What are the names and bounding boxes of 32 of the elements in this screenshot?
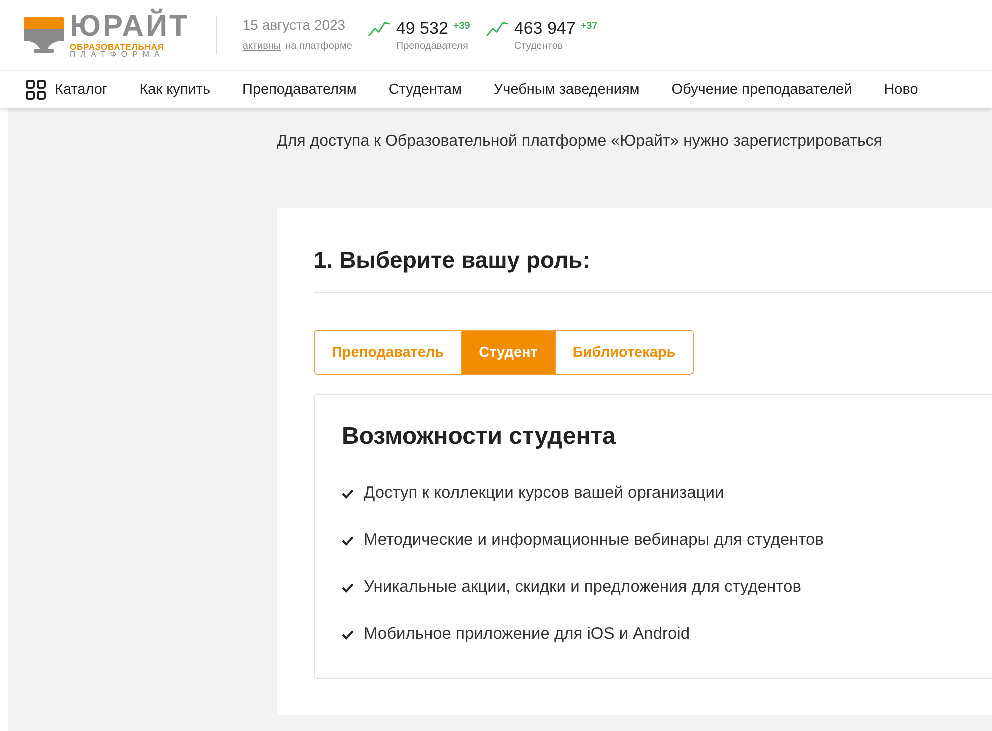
nav-link[interactable]: Как купить: [140, 82, 211, 98]
active-link[interactable]: активны: [242, 40, 282, 52]
nav-link[interactable]: Студентам: [388, 82, 462, 98]
check-icon: [342, 488, 354, 498]
feature-text: Уникальные акции, скидки и предложения для студентов: [364, 578, 802, 597]
logo-icon: [22, 15, 66, 55]
feature-text: Методические и информационные вебинары для студентов: [364, 531, 824, 550]
nav-link[interactable]: Каталог: [26, 80, 108, 100]
check-icon: [342, 536, 354, 546]
nav-link[interactable]: Преподавателям: [242, 82, 357, 98]
feature-text: Мобильное приложение для iOS и Android: [364, 625, 690, 644]
logo-name: ЮРАЙТ: [70, 10, 190, 43]
stat-delta: +37: [580, 20, 598, 32]
logo-subtitle: ПЛАТФОРМА: [70, 51, 166, 60]
nav-link[interactable]: Ново: [884, 82, 918, 98]
stat-delta: +39: [453, 20, 470, 32]
active-caption: на платформе: [286, 40, 352, 52]
feature-text: Доступ к коллекции курсов вашей организации: [364, 484, 724, 503]
check-icon: [342, 630, 354, 640]
stat-label: Преподавателя: [396, 40, 470, 52]
nav-link[interactable]: Учебным заведениям: [494, 82, 640, 98]
logo-subtitle: ОБРАЗОВАТЕЛЬНАЯ: [70, 42, 166, 52]
date-text: 15 августа 2023: [242, 16, 347, 32]
stat-label: Студентов: [514, 40, 564, 52]
grid-icon: [26, 80, 46, 100]
nav-link[interactable]: Обучение преподавателей: [672, 82, 852, 98]
step-title: 1. Выберите вашу роль:: [314, 246, 992, 293]
features-title: Возможности студента: [342, 423, 617, 451]
stat-value: 49 532: [396, 18, 448, 38]
stat-value: 463 947: [514, 18, 576, 38]
check-icon: [342, 582, 354, 592]
intro-text: Для доступа к Образовательной платформе «Юрайт» нужно зарегистрироваться: [277, 133, 884, 151]
